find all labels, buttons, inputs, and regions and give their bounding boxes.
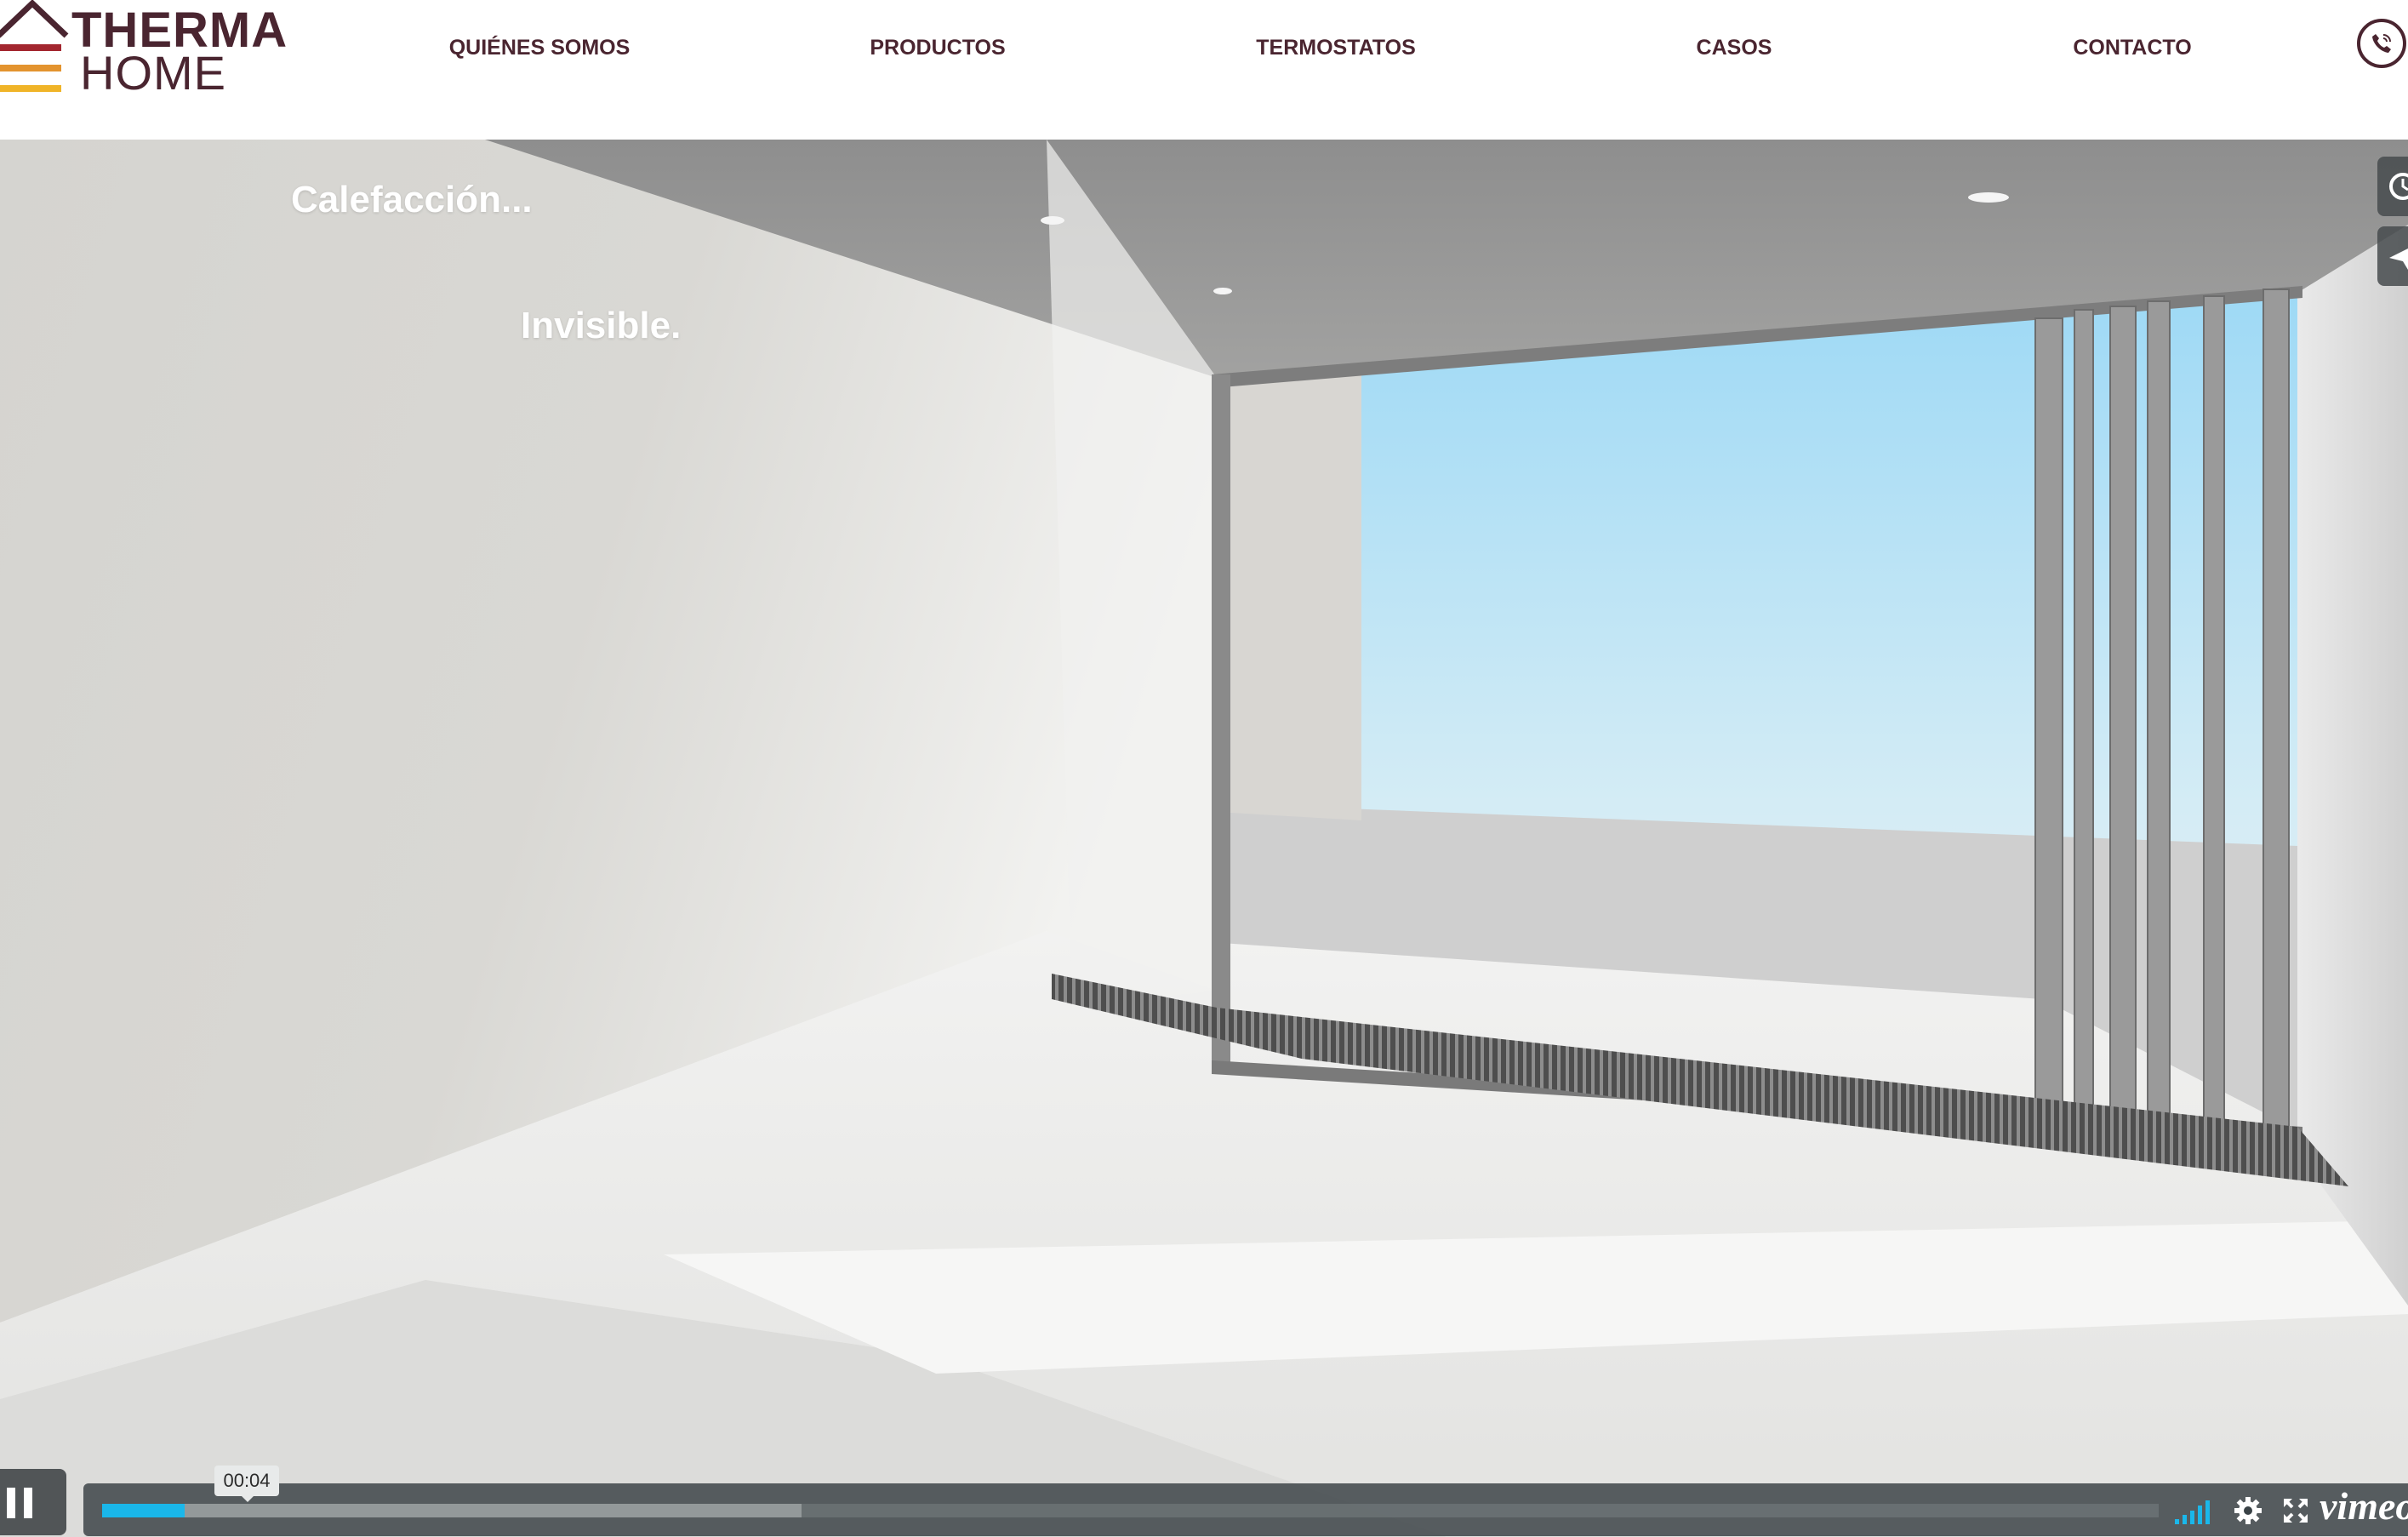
phone-button[interactable] xyxy=(2357,19,2406,68)
hero-line-2: Invisible. xyxy=(521,305,682,346)
pause-button[interactable] xyxy=(0,1469,66,1535)
played-range xyxy=(102,1504,185,1517)
vimeo-logo[interactable]: vimeo xyxy=(2320,1484,2408,1528)
nav-item-casos[interactable]: CASOS xyxy=(1697,31,1772,65)
player-control-bar xyxy=(83,1483,2408,1536)
volume-bars-icon[interactable] xyxy=(2173,1497,2214,1526)
nav-item-quienes-somos[interactable]: QUIÉNES SOMOS xyxy=(449,31,631,65)
send-icon xyxy=(2389,249,2408,270)
gear-icon[interactable] xyxy=(2233,1495,2263,1526)
site-header: THERMA HOME QUIÉNES SOMOS PRODUCTOS TERM… xyxy=(0,0,2408,140)
nav-item-termostatos[interactable]: TERMOSTATOS xyxy=(1256,31,1416,65)
hero-video[interactable]: Calefacción... Invisible. xyxy=(0,140,2408,1537)
clock-icon xyxy=(2389,173,2408,200)
room-render-image xyxy=(0,140,2408,1537)
current-time-tooltip: 00:04 xyxy=(214,1466,279,1502)
main-nav: QUIÉNES SOMOS PRODUCTOS TERMOSTATOS CASO… xyxy=(0,31,2408,65)
nav-item-contacto[interactable]: CONTACTO xyxy=(2073,31,2191,65)
hero-line-1: Calefacción... xyxy=(291,179,533,220)
fullscreen-icon[interactable] xyxy=(2282,1497,2309,1524)
buffered-range xyxy=(102,1504,802,1517)
phone-icon xyxy=(2372,34,2391,53)
share-button[interactable] xyxy=(2377,226,2408,286)
watch-later-button[interactable] xyxy=(2377,157,2408,216)
nav-item-productos[interactable]: PRODUCTOS xyxy=(870,31,1005,65)
seek-bar[interactable] xyxy=(102,1504,2159,1517)
